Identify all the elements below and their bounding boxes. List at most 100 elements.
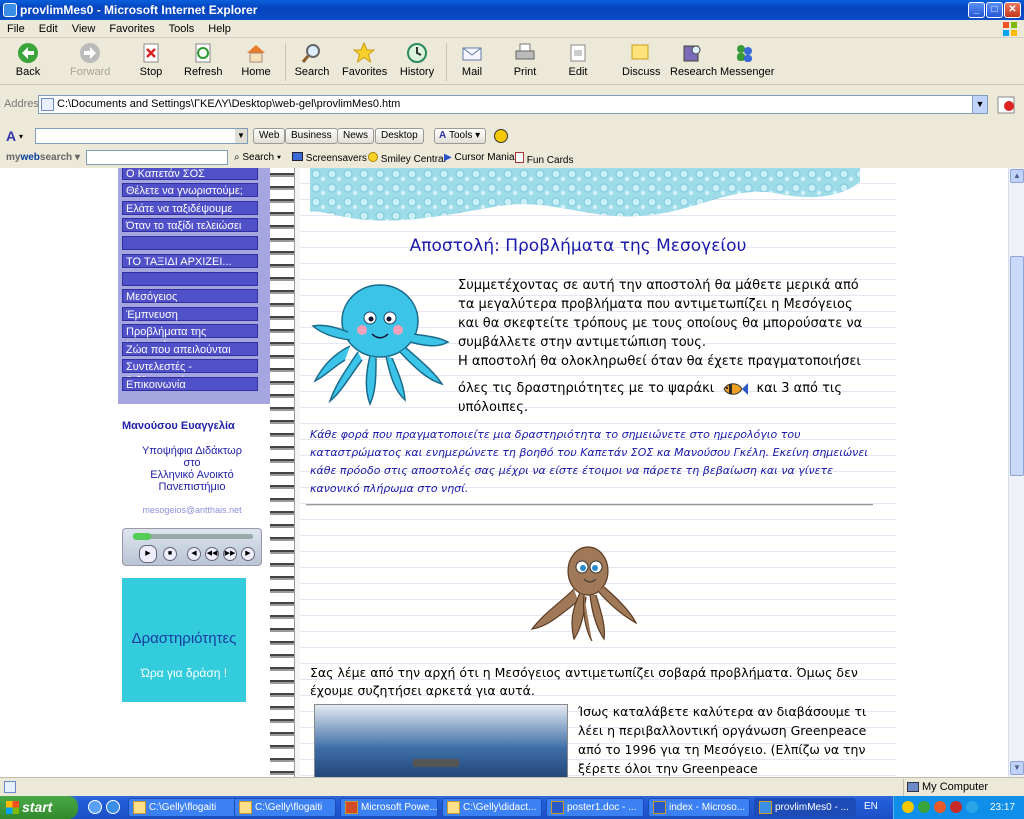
language-indicator[interactable]: EN — [864, 801, 878, 812]
logbook-instructions: Κάθε φορά που πραγματοποιείτε μια δραστη… — [310, 428, 868, 495]
history-button[interactable]: History — [398, 42, 436, 78]
nav-inspiration[interactable]: Έμπνευση — [122, 307, 258, 321]
fast-forward-button[interactable]: ▶▶ — [223, 547, 237, 561]
screensavers-button[interactable]: Screensavers — [292, 152, 367, 164]
refresh-button[interactable]: Refresh — [184, 42, 223, 78]
tray-app-icon[interactable] — [934, 801, 946, 813]
nav-get-to-know[interactable]: Θέλετε να γνωριστούμε; — [122, 183, 258, 197]
task-folder-3[interactable]: C:\Gelly\didact... — [442, 798, 542, 817]
favorites-button[interactable]: Favorites — [342, 42, 387, 78]
menu-tools[interactable]: Tools — [162, 23, 202, 35]
stop-media-button[interactable]: ■ — [163, 547, 177, 561]
funcards-label: Fun Cards — [526, 155, 574, 166]
task-ie-active[interactable]: provlimMes0 - ... — [754, 798, 856, 817]
nav-lets-travel[interactable]: Ελάτε να ταξιδέψουμε — [122, 201, 258, 215]
nav-blank-2[interactable] — [122, 272, 258, 286]
moon-icon[interactable] — [494, 129, 508, 143]
nav-trip-begins[interactable]: ΤΟ ΤΑΞΙΔΙ ΑΡΧΙΖΕΙ... — [122, 254, 258, 268]
menu-edit[interactable]: Edit — [32, 23, 65, 35]
desktop-button[interactable]: Desktop — [375, 128, 424, 144]
nav-mediterranean[interactable]: Μεσόγειος — [122, 289, 258, 303]
scroll-down-arrow-icon[interactable]: ▼ — [1010, 761, 1024, 775]
tray-app-icon[interactable] — [966, 801, 978, 813]
nav-credits[interactable]: Συντελεστές - Βιβλιογραφία — [122, 359, 258, 387]
minimize-button[interactable]: _ — [968, 2, 985, 18]
home-label: Home — [241, 66, 271, 78]
sidebar-nav: Ο Καπετάν ΣΟΣ Θέλετε να γνωριστούμε; Ελά… — [118, 168, 270, 404]
back-button[interactable]: Back — [10, 42, 46, 78]
activities-box[interactable]: Δραστηριότητες Ώρα για δράση ! — [122, 578, 246, 702]
quicklaunch-desktop-icon[interactable] — [88, 800, 102, 814]
task-powerpoint[interactable]: Microsoft Powe... — [340, 798, 438, 817]
nav-blank-1[interactable] — [122, 236, 258, 250]
search-button[interactable]: Search — [294, 42, 330, 78]
menu-favorites[interactable]: Favorites — [102, 23, 161, 35]
chevron-down-icon[interactable]: ▾ — [19, 132, 23, 141]
rewind-button[interactable]: ◀◀ — [205, 547, 219, 561]
mail-button[interactable]: Mail — [456, 42, 488, 78]
discuss-icon — [631, 44, 649, 60]
mws-search-button[interactable]: ⌕ Search ▾ — [234, 152, 281, 163]
nav-trip-ends[interactable]: Όταν το ταξίδι τελειώσει — [122, 218, 258, 232]
previous-button[interactable]: ◀ — [187, 547, 201, 561]
discuss-button[interactable]: Discuss — [622, 42, 661, 78]
go-icon[interactable] — [996, 94, 1018, 116]
toolbar-search-input[interactable]: ▼ — [35, 128, 248, 144]
mail-label: Mail — [461, 66, 483, 78]
vertical-scrollbar[interactable]: ▲ ▼ — [1008, 168, 1024, 777]
task-label: index - Microso... — [669, 802, 746, 813]
next-button[interactable]: ▶ — [241, 547, 255, 561]
chevron-down-icon[interactable]: ▼ — [972, 96, 987, 113]
task-folder-1[interactable]: C:\Gelly\flogaiti — [128, 798, 248, 817]
menu-file[interactable]: File — [0, 23, 32, 35]
address-input[interactable]: C:\Documents and Settings\ΓΚΕΛΥ\Desktop\… — [38, 95, 988, 114]
task-folder-2[interactable]: C:\Gelly\flogaiti — [234, 798, 336, 817]
smiley-central-button[interactable]: Smiley Central — [368, 152, 446, 165]
folder-icon — [133, 801, 146, 814]
nav-problems[interactable]: Προβλήματα της Μεσογείου — [122, 324, 258, 352]
history-icon — [407, 43, 427, 63]
messenger-button[interactable]: Messenger — [720, 42, 774, 78]
web-button[interactable]: Web — [253, 128, 286, 144]
forward-button[interactable]: Forward — [70, 42, 110, 78]
news-button[interactable]: News — [337, 128, 375, 144]
tray-app-icon[interactable] — [950, 801, 962, 813]
maximize-button[interactable]: □ — [986, 2, 1003, 18]
research-button[interactable]: Research — [670, 42, 717, 78]
tray-app-icon[interactable] — [918, 801, 930, 813]
activities-title: Δραστηριότητες — [131, 630, 237, 647]
close-button[interactable]: ✕ — [1004, 2, 1021, 18]
edit-button[interactable]: Edit — [564, 42, 592, 78]
home-button[interactable]: Home — [240, 42, 272, 78]
quicklaunch-ie-icon[interactable] — [106, 800, 120, 814]
business-button[interactable]: Business — [285, 128, 338, 144]
email-link[interactable]: mesogeios@antthais.net — [122, 505, 262, 515]
cursor-mania-button[interactable]: ▶ Cursor Mania — [444, 152, 515, 163]
refresh-icon — [195, 43, 211, 63]
task-label: C:\Gelly\flogaiti — [255, 802, 323, 813]
nav-contact[interactable]: Επικοινωνία — [122, 377, 258, 391]
tray-app-icon[interactable] — [902, 801, 914, 813]
fun-cards-button[interactable]: Fun Cards — [515, 152, 573, 166]
task-label: Microsoft Powe... — [361, 802, 438, 813]
page-content: Ο Καπετάν ΣΟΣ Θέλετε να γνωριστούμε; Ελά… — [0, 168, 1008, 777]
nav-kapetan-sos[interactable]: Ο Καπετάν ΣΟΣ — [122, 168, 258, 180]
sea-ship-photo — [314, 704, 568, 777]
mywebsearch-input[interactable] — [86, 150, 228, 165]
start-button[interactable]: start — [0, 796, 78, 819]
printer-icon — [515, 43, 535, 60]
clock[interactable]: 23:17 — [990, 796, 1015, 819]
task-frontpage[interactable]: index - Microso... — [648, 798, 750, 817]
scroll-thumb[interactable] — [1010, 256, 1024, 476]
menu-view[interactable]: View — [65, 23, 103, 35]
seek-track[interactable] — [133, 534, 253, 539]
stop-button[interactable]: Stop — [136, 42, 166, 78]
play-button[interactable]: ▶ — [139, 545, 157, 563]
print-button[interactable]: Print — [510, 42, 540, 78]
scroll-up-arrow-icon[interactable]: ▲ — [1010, 169, 1024, 183]
nav-endangered-animals[interactable]: Ζώα που απειλούνται — [122, 342, 258, 356]
menu-help[interactable]: Help — [201, 23, 238, 35]
task-word[interactable]: poster1.doc - ... — [546, 798, 644, 817]
smiley-icon — [368, 152, 378, 162]
tools-dropdown[interactable]: A Tools ▾ — [434, 128, 487, 144]
